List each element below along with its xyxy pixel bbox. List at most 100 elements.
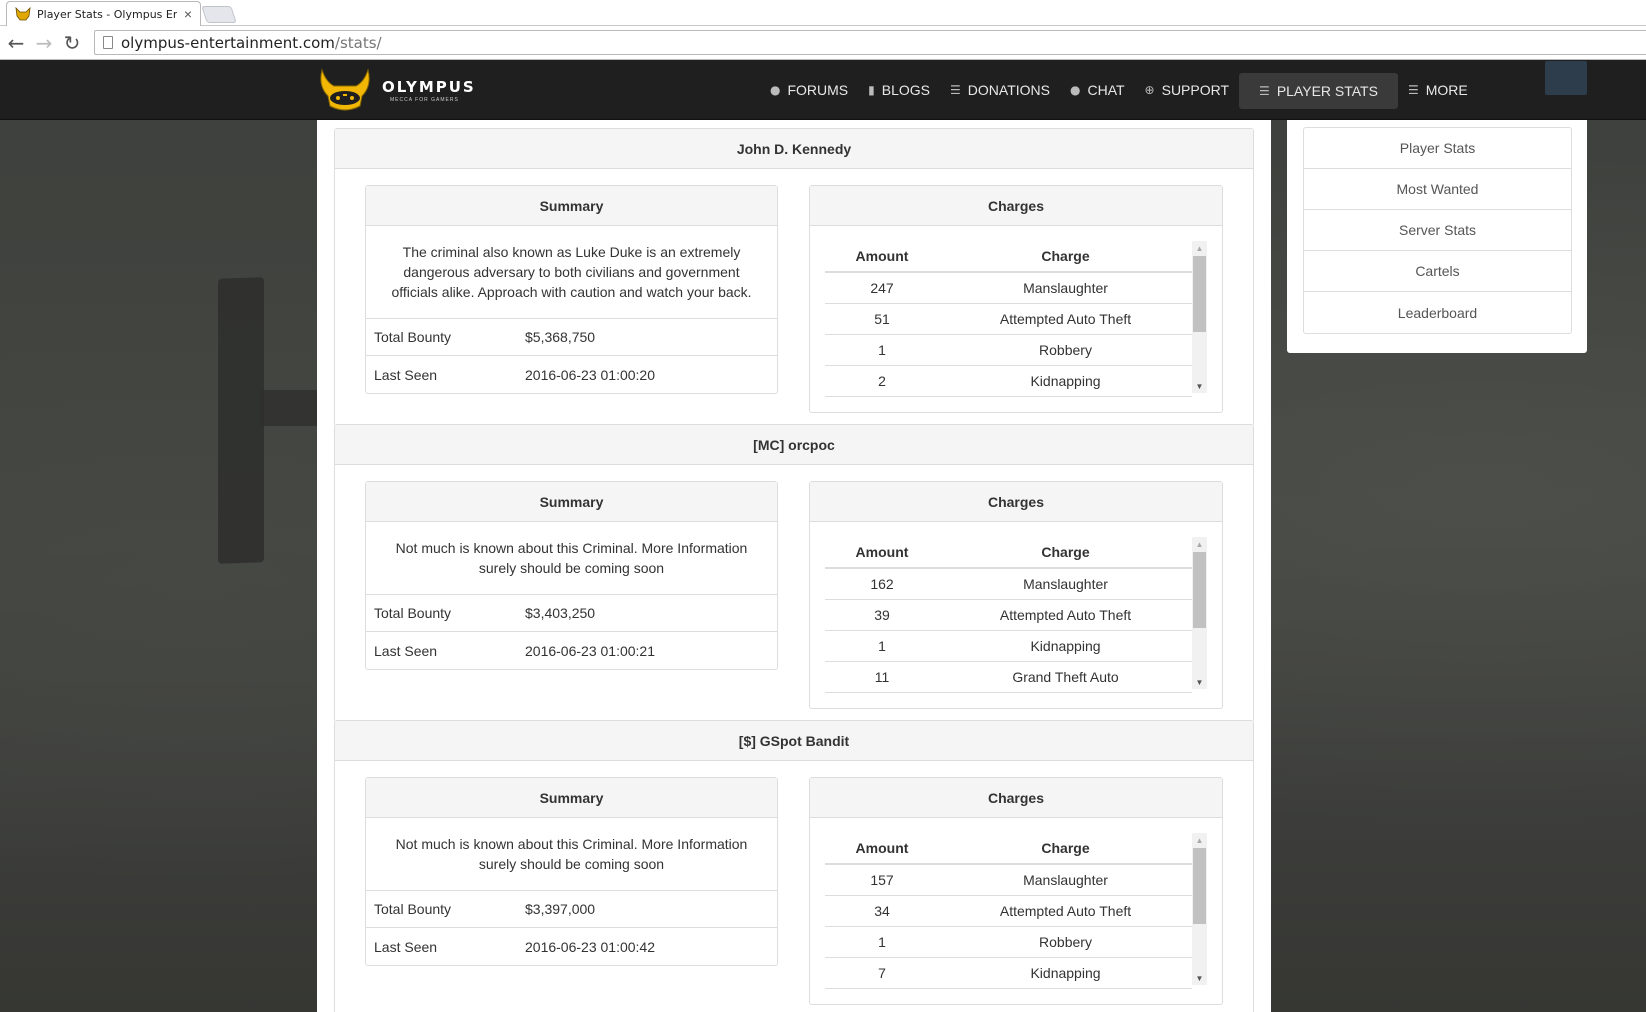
twitter-widget[interactable] <box>1545 61 1587 95</box>
table-row: 39 Attempted Auto Theft <box>825 599 1192 631</box>
sidebar-item-server-stats[interactable]: Server Stats <box>1304 210 1571 251</box>
charge-amount: 2 <box>825 365 939 397</box>
menu-item-donations[interactable]: ☰ DONATIONS <box>940 60 1060 120</box>
charge-name: Robbery <box>939 334 1192 366</box>
tab-title: Player Stats - Olympus Ent <box>37 7 177 21</box>
charges-panel: Charges Amount Charge 162 Manslaughter 39… <box>809 481 1223 709</box>
table-header-row: Amount Charge <box>825 241 1192 273</box>
background-pole <box>218 277 264 564</box>
scroll-up-arrow-icon[interactable]: ▲ <box>1192 833 1207 847</box>
charge-name: Manslaughter <box>939 568 1192 600</box>
charges-scrollbar[interactable]: ▲ ▼ <box>1192 833 1207 985</box>
amount-column-header: Amount <box>825 833 939 865</box>
table-row: 157 Manslaughter <box>825 864 1192 896</box>
criminal-name: [$] GSpot Bandit <box>335 721 1253 761</box>
table-row: 162 Manslaughter <box>825 568 1192 600</box>
list-icon: ☰ <box>1259 84 1270 98</box>
stats-nav-list: Player Stats Most Wanted Server Stats Ca… <box>1303 127 1572 334</box>
criminal-card: John D. Kennedy Summary The criminal als… <box>334 128 1254 426</box>
reload-button[interactable]: ↻ <box>60 31 84 55</box>
site-brand[interactable]: OLYMPUS MECCA FOR GAMERS <box>316 68 476 112</box>
criminal-card: [MC] orcpoc Summary Not much is known ab… <box>334 424 1254 722</box>
charge-name: Manslaughter <box>939 272 1192 304</box>
summary-text: The criminal also known as Luke Duke is … <box>366 226 777 319</box>
address-bar[interactable]: olympus-entertainment.com/stats/ <box>94 30 1646 55</box>
charge-name: Attempted Auto Theft <box>939 303 1192 335</box>
scroll-thumb[interactable] <box>1193 256 1206 332</box>
charges-scroll-area[interactable]: Amount Charge 162 Manslaughter 39 Attempte… <box>810 522 1222 708</box>
list-icon: ☰ <box>950 83 961 97</box>
menu-item-chat[interactable]: ● CHAT <box>1060 60 1135 120</box>
table-row: 1 Robbery <box>825 926 1192 958</box>
charges-scrollbar[interactable]: ▲ ▼ <box>1192 537 1207 689</box>
scroll-down-arrow-icon[interactable]: ▼ <box>1192 379 1207 393</box>
charge-amount: 11 <box>825 661 939 693</box>
charge-name: Attempted Auto Theft <box>939 895 1192 927</box>
charge-amount: 51 <box>825 303 939 335</box>
summary-heading: Summary <box>366 186 777 226</box>
charge-name: Kidnapping <box>939 630 1192 662</box>
scroll-up-arrow-icon[interactable]: ▲ <box>1192 537 1207 551</box>
last-seen-label: Last Seen <box>374 642 438 659</box>
main-menu: ● FORUMS ▮ BLOGS ☰ DONATIONS ● CHAT ⊕ SU… <box>760 60 1478 120</box>
menu-item-player-stats[interactable]: ☰ PLAYER STATS <box>1239 73 1398 109</box>
total-bounty-value: $3,397,000 <box>525 901 596 917</box>
table-row: 1 Kidnapping <box>825 630 1192 662</box>
olympus-logo-icon <box>320 68 370 111</box>
total-bounty-label: Total Bounty <box>374 901 452 917</box>
total-bounty-label: Total Bounty <box>374 605 452 621</box>
scroll-up-arrow-icon[interactable]: ▲ <box>1192 241 1207 255</box>
sidebar-item-leaderboard[interactable]: Leaderboard <box>1304 292 1571 333</box>
menu-item-support[interactable]: ⊕ SUPPORT <box>1135 60 1240 120</box>
menu-item-more[interactable]: ☰ MORE <box>1398 60 1478 120</box>
table-row: 34 Attempted Auto Theft <box>825 895 1192 927</box>
last-seen-label: Last Seen <box>374 366 438 383</box>
charges-scrollbar[interactable]: ▲ ▼ <box>1192 241 1207 393</box>
brand-tagline: MECCA FOR GAMERS <box>390 96 459 103</box>
last-seen-row: Last Seen 2016-06-23 01:00:21 <box>366 632 777 669</box>
sidebar-item-cartels[interactable]: Cartels <box>1304 251 1571 292</box>
table-row: 11 Grand Theft Auto <box>825 661 1192 693</box>
charges-scroll-area[interactable]: Amount Charge 157 Manslaughter 34 Attempte… <box>810 818 1222 1004</box>
menu-item-blogs[interactable]: ▮ BLOGS <box>858 60 940 120</box>
scroll-thumb[interactable] <box>1193 552 1206 628</box>
total-bounty-row: Total Bounty $5,368,750 <box>366 319 777 356</box>
site-navbar: OLYMPUS MECCA FOR GAMERS ● FORUMS ▮ BLOG… <box>0 60 1646 120</box>
scroll-thumb[interactable] <box>1193 848 1206 924</box>
charges-scroll-area[interactable]: Amount Charge 247 Manslaughter 51 Attempte… <box>810 226 1222 412</box>
sidebar-item-most-wanted[interactable]: Most Wanted <box>1304 169 1571 210</box>
background-pole-arm <box>260 390 320 426</box>
scroll-down-arrow-icon[interactable]: ▼ <box>1192 675 1207 689</box>
total-bounty-row: Total Bounty $3,403,250 <box>366 595 777 632</box>
olympus-favicon-icon <box>15 6 31 22</box>
url-text: olympus-entertainment.com/stats/ <box>121 33 382 52</box>
table-row: 1 Robbery <box>825 334 1192 366</box>
browser-tab[interactable]: Player Stats - Olympus Ent × <box>6 1 201 26</box>
summary-heading: Summary <box>366 778 777 818</box>
list-icon: ☰ <box>1407 83 1419 97</box>
stats-sidebar: Player Stats Most Wanted Server Stats Ca… <box>1287 120 1587 353</box>
charge-column-header: Charge <box>939 833 1192 865</box>
total-bounty-value: $3,403,250 <box>525 605 596 621</box>
charges-heading: Charges <box>810 482 1222 522</box>
summary-panel: Summary The criminal also known as Luke … <box>365 185 778 394</box>
tab-close-icon[interactable]: × <box>184 7 192 21</box>
sidebar-item-player-stats[interactable]: Player Stats <box>1304 128 1571 169</box>
scroll-down-arrow-icon[interactable]: ▼ <box>1192 971 1207 985</box>
charge-column-header: Charge <box>939 537 1192 569</box>
forward-button[interactable]: → <box>32 31 56 55</box>
charge-amount: 39 <box>825 599 939 631</box>
new-tab-button[interactable] <box>201 6 237 23</box>
menu-item-forums[interactable]: ● FORUMS <box>760 60 858 120</box>
criminal-name: John D. Kennedy <box>335 129 1253 169</box>
table-header-row: Amount Charge <box>825 833 1192 865</box>
back-button[interactable]: ← <box>4 31 28 55</box>
browser-tab-strip: Player Stats - Olympus Ent × <box>0 0 1646 26</box>
charge-name: Robbery <box>939 926 1192 958</box>
charge-amount: 7 <box>825 957 939 989</box>
charges-panel: Charges Amount Charge 157 Manslaughter 34… <box>809 777 1223 1005</box>
charges-table: Amount Charge 157 Manslaughter 34 Attempte… <box>825 833 1192 989</box>
summary-text: Not much is known about this Criminal. M… <box>366 818 777 891</box>
last-seen-value: 2016-06-23 01:00:21 <box>525 642 655 659</box>
amount-column-header: Amount <box>825 537 939 569</box>
